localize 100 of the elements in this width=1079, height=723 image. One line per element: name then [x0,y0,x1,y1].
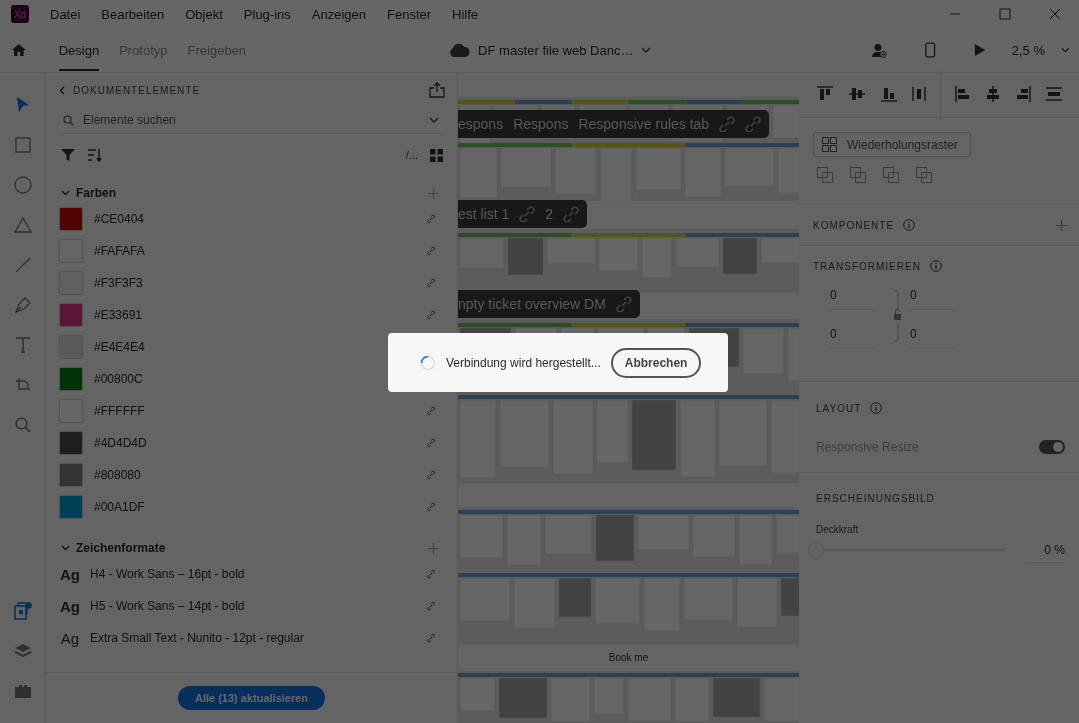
menu-item[interactable]: Hilfe [452,6,479,22]
color-swatch[interactable] [59,303,83,327]
font-preview: Ag [59,629,81,647]
lock-icon[interactable] [892,290,902,342]
link-icon[interactable] [427,311,435,319]
link-icon[interactable] [615,296,632,312]
filter-icon[interactable] [61,148,75,162]
add-icon[interactable] [428,187,439,199]
chevron-icon[interactable] [641,47,652,53]
chevron-icon[interactable] [61,190,70,196]
close-icon[interactable] [1049,8,1061,20]
color-label: #00800C [94,372,143,386]
link-icon[interactable] [427,570,435,578]
transform-field[interactable]: 0 [829,288,877,310]
align-left-icon[interactable] [955,84,971,103]
menu-item[interactable]: Anzeigen [311,6,366,22]
distribute-icon[interactable] [912,85,926,102]
link-icon[interactable] [427,634,435,642]
maximize-icon[interactable] [999,8,1011,20]
app-logo: Xd [11,5,29,23]
boolean-icon[interactable] [817,167,833,183]
add-icon[interactable] [428,542,439,554]
link-icon[interactable] [719,116,736,132]
opacity-label: Deckkraft [816,524,860,535]
link-icon[interactable] [427,279,435,287]
mobile-icon[interactable] [925,41,936,59]
align-middle-icon[interactable] [848,85,866,102]
section-title: TRANSFORMIEREN [813,260,921,272]
font-preview: Ag [59,565,81,583]
section-title: KOMPONENTE [813,219,895,231]
user-add-icon[interactable] [871,41,888,59]
link-icon[interactable] [427,215,435,223]
toggle-switch[interactable] [1039,440,1065,454]
zoom-field[interactable]: 2,5 % [1011,42,1056,58]
play-icon[interactable] [973,42,986,58]
color-swatch[interactable] [59,463,83,487]
link-icon[interactable] [427,439,435,447]
home-icon[interactable] [11,42,27,58]
transform-field[interactable]: 0 [829,327,877,349]
color-label: #FFFFFF [94,404,145,418]
add-icon[interactable] [1056,219,1067,231]
grid-view-icon[interactable] [430,148,443,162]
cancel-button[interactable]: Abbrechen [610,347,702,378]
color-swatch[interactable] [59,207,83,231]
sort-icon[interactable] [87,148,103,162]
link-icon[interactable] [427,247,435,255]
color-label: #808080 [94,468,141,482]
color-label: #00A1DF [94,500,145,514]
boolean-icon[interactable] [850,167,866,183]
color-label: #F3F3F3 [94,276,143,290]
info-icon[interactable] [929,260,942,272]
link-icon[interactable] [519,206,536,222]
spinner-icon [420,354,436,371]
link-icon[interactable] [427,407,435,415]
boolean-icon[interactable] [883,167,899,183]
chevron-icon[interactable] [1061,47,1070,53]
align-bottom-icon[interactable] [880,85,898,102]
share-icon[interactable] [429,82,445,98]
document-title[interactable]: DF master file web Danc… [478,42,634,58]
menu-item[interactable]: Bearbeiten [101,6,165,22]
search-field[interactable]: Elemente suchen [83,113,420,127]
color-swatch[interactable] [59,431,83,455]
menu-item[interactable]: Plug-ins [243,6,291,22]
link-icon[interactable] [427,471,435,479]
color-swatch[interactable] [59,367,83,391]
chevron-icon[interactable] [61,545,70,551]
font-preview: Ag [59,597,81,615]
mode-tab[interactable]: Design [58,29,100,71]
link-icon[interactable] [427,503,435,511]
dialog-message: Verbindung wird hergestellt... [446,355,601,370]
menu-item[interactable]: Objekt [185,6,223,22]
align-right-icon[interactable] [1015,84,1031,103]
section-title[interactable]: Farben [76,186,116,200]
grid-icon [822,137,837,152]
opacity-field[interactable]: 0 % [1025,537,1065,563]
menu-item[interactable]: Fenster [387,6,432,22]
distribute-icon[interactable] [1045,86,1063,101]
section-title: ERSCHEINUNGSBILD [816,493,935,504]
update-all-button[interactable]: Alle (13) aktualisieren [177,686,326,710]
align-center-icon[interactable] [985,84,1001,103]
info-icon[interactable] [903,219,916,231]
info-icon[interactable] [870,402,883,414]
color-label: #CE0404 [94,212,145,226]
transform-field[interactable]: 0 [909,288,957,310]
align-top-icon[interactable] [816,85,834,102]
link-icon[interactable] [427,602,435,610]
link-icon[interactable] [745,116,762,132]
section-title: LAYOUT [816,402,862,414]
menu-item[interactable]: Datei [50,6,81,22]
path-view-toggle[interactable]: /... [405,149,418,161]
section-title[interactable]: Zeichenformate [76,541,166,555]
back-icon[interactable] [59,85,65,95]
chevron-icon[interactable] [429,117,439,123]
color-swatch[interactable] [59,495,83,519]
repeat-grid-button[interactable]: Wiederholungsraster [813,132,971,157]
boolean-icon[interactable] [916,167,932,183]
color-label: #FAFAFA [94,244,145,258]
link-icon[interactable] [563,206,580,222]
character-style-label: H5 - Work Sans – 14pt - bold [90,599,245,613]
transform-field[interactable]: 0 [909,327,957,349]
